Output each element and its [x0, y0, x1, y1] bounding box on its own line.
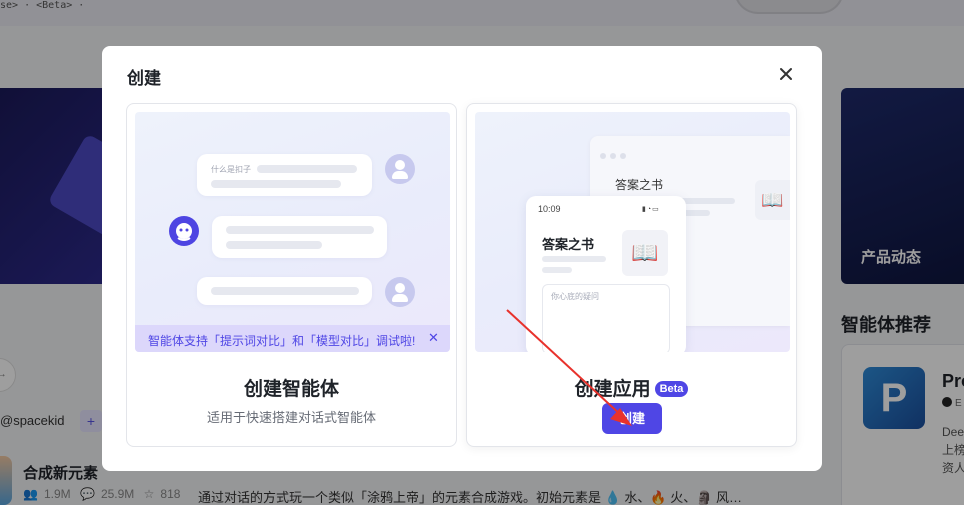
- phone-input: 你心底的疑问: [542, 284, 670, 352]
- tip-close-icon[interactable]: ✕: [428, 330, 439, 346]
- create-app-card[interactable]: 答案之书 📖 10:09 ▮◔▭ 答案之书 📖 你心底的疑问 创建应用 Beta …: [466, 103, 797, 447]
- preview-window-title: 答案之书: [615, 178, 664, 192]
- create-agent-card[interactable]: 什么是扣子 智能体支持「提示词对比」和「模型对比」调试啦! ✕ 创建智能体 适用: [126, 103, 457, 447]
- chat-bubble-question-2: [197, 277, 372, 305]
- app-preview: 答案之书 📖 10:09 ▮◔▭ 答案之书 📖 你心底的疑问: [475, 112, 790, 352]
- user-avatar-icon: [385, 154, 415, 184]
- create-modal: 创建 什么是扣子 智能体支持「提示词对比」和「模型对比」调试啦! ✕ 创建智能体…: [102, 46, 822, 471]
- create-app-button[interactable]: 创建: [602, 403, 662, 434]
- book-icon: 📖: [755, 180, 790, 220]
- agent-preview: 什么是扣子 智能体支持「提示词对比」和「模型对比」调试啦! ✕: [135, 112, 450, 352]
- tip-banner: 智能体支持「提示词对比」和「模型对比」调试啦! ✕: [135, 325, 450, 352]
- app-card-title: 创建应用 Beta: [467, 374, 796, 401]
- close-icon: [780, 68, 792, 80]
- tip-text: 智能体支持「提示词对比」和「模型对比」调试啦!: [148, 334, 416, 348]
- chat-bubble-question: 什么是扣子: [197, 154, 372, 196]
- app-card-title-text: 创建应用: [574, 379, 651, 400]
- bot-avatar-icon: [169, 216, 199, 246]
- chat-bubble-answer: [212, 216, 387, 258]
- phone-input-placeholder: 你心底的疑问: [551, 292, 599, 301]
- user-avatar-icon-2: [385, 277, 415, 307]
- window-dots: [600, 146, 630, 164]
- phone-title: 答案之书: [542, 237, 595, 252]
- preview-phone: 10:09 ▮◔▭ 答案之书 📖 你心底的疑问: [526, 196, 686, 352]
- agent-card-title: 创建智能体: [243, 379, 339, 400]
- preview-hint: 什么是扣子: [211, 165, 251, 174]
- phone-time: 10:09: [538, 204, 561, 214]
- beta-badge: Beta: [654, 381, 689, 397]
- book-icon-2: 📖: [622, 230, 668, 276]
- agent-card-subtitle: 适用于快速搭建对话式智能体: [206, 410, 376, 425]
- modal-title: 创建: [127, 69, 161, 88]
- signal-icon: ▮◔▭: [642, 206, 660, 213]
- close-button[interactable]: [776, 64, 796, 84]
